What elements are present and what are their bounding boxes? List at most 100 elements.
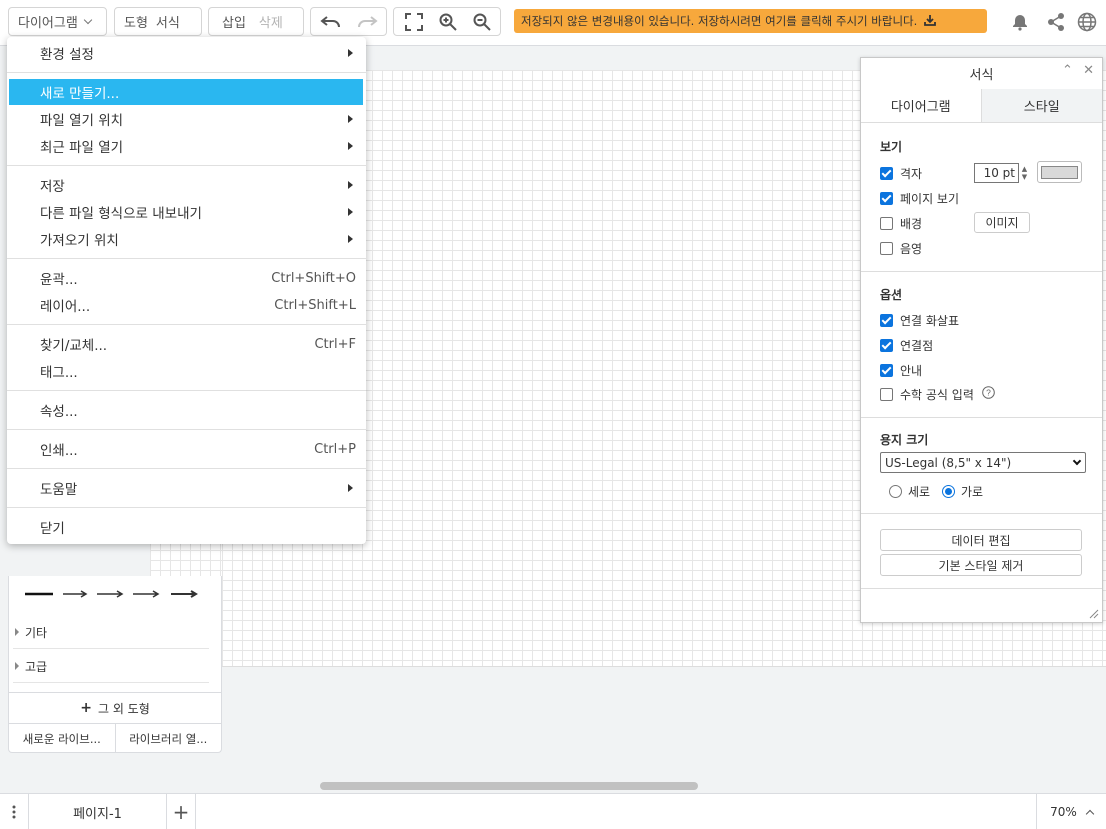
menu-item-outline[interactable]: 윤곽... Ctrl+Shift+O [9,265,363,291]
spin-up-icon[interactable]: ▲ [1022,165,1027,173]
landscape-radio[interactable] [942,484,955,498]
math-typesetting-row[interactable]: 수학 공식 입력 ? [880,386,995,402]
paper-size-select[interactable]: US-Legal (8,5" x 14") [880,452,1086,473]
menu-item-label: 레이어... [40,299,91,315]
connection-arrows-checkbox[interactable] [880,313,893,327]
menu-item-export-as[interactable]: 다른 파일 형식으로 내보내기 [9,199,363,225]
menu-item-properties[interactable]: 속성... [9,397,363,423]
menu-item-label: 파일 열기 위치 [40,113,124,129]
insert-delete-group: 삽입 삭제 [208,7,304,36]
menu-item-help[interactable]: 도움말 [9,475,363,501]
delete-button[interactable]: 삭제 [251,12,292,31]
menu-item-label: 속성... [40,404,78,420]
menu-item-label: 닫기 [40,521,65,537]
menu-item-save[interactable]: 저장 [9,172,363,198]
grid-size-spinner[interactable]: ▲ ▼ [1019,163,1030,183]
page-view-checkbox-row[interactable]: 페이지 보기 [880,190,959,206]
menu-item-open-from[interactable]: 파일 열기 위치 [9,106,363,132]
portrait-radio-row[interactable]: 세로 [889,483,930,499]
help-icon[interactable]: ? [982,386,995,402]
add-page-button[interactable]: + [167,794,196,829]
menu-item-label: 도움말 [40,482,78,498]
resize-grip-icon[interactable] [1089,609,1099,619]
grid-checkbox[interactable] [880,166,893,180]
menu-item-open-recent[interactable]: 최근 파일 열기 [9,133,363,159]
math-checkbox[interactable] [880,387,893,401]
open-library-button[interactable]: 라이브러리 열... [116,724,222,753]
view-section-title: 보기 [880,140,903,154]
connection-points-checkbox[interactable] [880,338,893,352]
menu-item-new[interactable]: 새로 만들기... [9,79,363,105]
menu-item-print[interactable]: 인쇄... Ctrl+P [9,436,363,462]
portrait-radio[interactable] [889,484,902,498]
shapes-menu-button[interactable]: 도형 [115,12,152,31]
zoom-value: 70% [1050,805,1077,819]
panel-divider [861,513,1102,514]
format-menu-button[interactable]: 서식 [152,12,189,31]
submenu-arrow-icon [348,484,353,492]
spin-down-icon[interactable]: ▼ [1022,173,1027,181]
tab-style[interactable]: 스타일 [981,89,1102,122]
page-view-checkbox[interactable] [880,191,893,205]
panel-divider [861,271,1102,272]
globe-icon[interactable] [1073,8,1101,36]
more-shapes-label: 그 외 도형 [97,701,150,716]
collapse-icon[interactable]: ⌃ [1062,63,1073,78]
undo-redo-group [310,7,387,36]
menu-item-preferences[interactable]: 환경 설정 [9,40,363,66]
menu-item-label: 인쇄... [40,443,78,459]
shape-section-misc[interactable]: 기타 [13,616,209,649]
background-image-button[interactable]: 이미지 [974,212,1030,233]
undo-icon[interactable] [317,8,345,36]
unsaved-changes-notice[interactable]: 저장되지 않은 변경내용이 있습니다. 저장하시려면 여기를 클릭해 주시기 바… [514,9,987,33]
connection-points-label: 연결점 [900,338,934,353]
menu-item-shortcut: Ctrl+Shift+O [271,270,356,286]
edge-shapes-strip[interactable] [23,584,203,600]
grid-color-button[interactable] [1037,161,1082,183]
menu-item-tags[interactable]: 태그... [9,358,363,384]
landscape-radio-row[interactable]: 가로 [942,483,983,499]
menu-item-find-replace[interactable]: 찾기/교체... Ctrl+F [9,331,363,357]
more-shapes-button[interactable]: + 그 외 도형 [9,692,221,723]
triangle-right-icon [15,662,19,670]
menu-separator [7,507,366,508]
menu-item-close[interactable]: 닫기 [9,514,363,540]
share-icon[interactable] [1042,8,1070,36]
triangle-right-icon [15,628,19,636]
zoom-control[interactable]: 70% [1036,794,1106,829]
panel-controls: ⌃ ✕ [1062,63,1094,78]
guides-checkbox[interactable] [880,363,893,377]
submenu-arrow-icon [348,49,353,57]
tab-diagram[interactable]: 다이어그램 [861,89,982,122]
horizontal-scrollbar[interactable] [320,782,698,790]
grid-size-input[interactable]: 10 pt [974,163,1019,183]
close-icon[interactable]: ✕ [1083,63,1094,78]
panel-divider [861,417,1102,418]
connection-arrows-row[interactable]: 연결 화살표 [880,312,959,328]
landscape-label: 가로 [961,484,984,499]
shadow-checkbox-row[interactable]: 음영 [880,240,922,256]
redo-icon[interactable] [353,8,381,36]
shadow-checkbox[interactable] [880,241,893,255]
options-section-title: 옵션 [880,288,903,302]
connection-points-row[interactable]: 연결점 [880,337,933,353]
bell-icon[interactable] [1006,8,1034,36]
shape-section-advanced[interactable]: 고급 [13,650,209,683]
insert-button[interactable]: 삽입 [209,12,251,31]
background-checkbox-row[interactable]: 배경 [880,215,922,231]
background-checkbox[interactable] [880,216,893,230]
page-tab[interactable]: 페이지-1 [29,794,167,829]
pages-menu-button[interactable] [0,794,29,829]
new-library-button[interactable]: 새로운 라이브... [9,724,116,753]
fullscreen-icon[interactable] [400,8,428,36]
zoom-in-icon[interactable] [434,8,462,36]
grid-checkbox-row[interactable]: 격자 [880,165,922,181]
clear-default-style-button[interactable]: 기본 스타일 제거 [880,554,1082,576]
zoom-out-icon[interactable] [468,8,496,36]
diagram-menu-button[interactable]: 다이어그램 [8,7,107,36]
menu-item-label: 새로 만들기... [40,86,120,102]
menu-item-import-from[interactable]: 가져오기 위치 [9,226,363,252]
menu-item-layers[interactable]: 레이어... Ctrl+Shift+L [9,292,363,318]
guides-row[interactable]: 안내 [880,362,922,378]
edit-data-button[interactable]: 데이터 편집 [880,529,1082,551]
